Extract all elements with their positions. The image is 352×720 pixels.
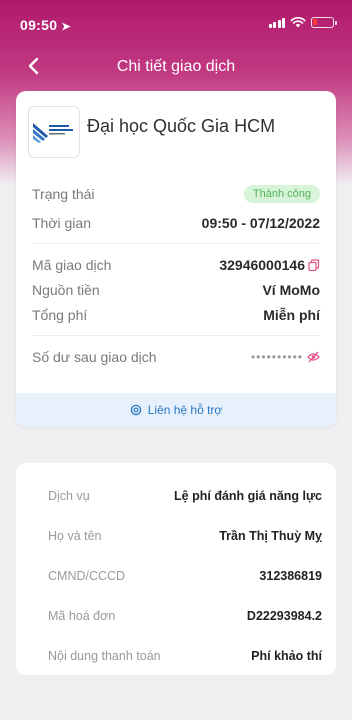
detail-label: Nội dung thanh toán <box>48 649 161 663</box>
support-icon <box>130 404 141 416</box>
status-bar: 09:50 ➤ <box>0 0 352 44</box>
divider <box>32 243 320 244</box>
battery-icon <box>311 16 337 28</box>
detail-label: Họ và tên <box>48 529 102 543</box>
source-value: Ví MoMo <box>262 282 320 298</box>
merchant-header: Đại học Quốc Gia HCM <box>28 106 275 158</box>
detail-row-payment-content: Nội dung thanh toán Phí khảo thí <box>48 649 322 663</box>
detail-row-invoice: Mã hoá đơn D22293984.2 <box>48 609 322 623</box>
balance-group: •••••••••• <box>251 350 320 364</box>
detail-value: Phí khảo thí <box>251 649 322 663</box>
status-row: Trạng thái Thành công <box>32 185 320 203</box>
copy-icon[interactable] <box>308 259 320 271</box>
time-label: Thời gian <box>32 215 91 231</box>
transaction-id-label: Mã giao dịch <box>32 257 112 273</box>
time-row: Thời gian 09:50 - 07/12/2022 <box>32 215 320 231</box>
source-label: Nguồn tiền <box>32 282 100 298</box>
detail-row-id-number: CMND/CCCD 312386819 <box>48 569 322 583</box>
time-value: 09:50 - 07/12/2022 <box>201 215 320 231</box>
fee-value: Miễn phí <box>263 307 320 323</box>
support-label: Liên hệ hỗ trợ <box>147 403 223 417</box>
detail-row-service: Dịch vụ Lệ phí đánh giá năng lực <box>48 489 322 503</box>
transaction-id-row: Mã giao dịch 32946000146 <box>32 257 320 273</box>
detail-value: 312386819 <box>259 569 322 583</box>
detail-label: Mã hoá đơn <box>48 609 116 623</box>
nav-bar: Chi tiết giao dịch <box>0 48 352 84</box>
status-badge: Thành công <box>243 185 320 203</box>
fee-row: Tổng phí Miễn phí <box>32 307 320 323</box>
signal-icon <box>268 17 285 28</box>
divider <box>32 335 320 336</box>
merchant-name: Đại học Quốc Gia HCM <box>87 115 276 136</box>
detail-row-name: Họ và tên Trần Thị Thuỳ Mỵ <box>48 529 322 543</box>
balance-label: Số dư sau giao dịch <box>32 349 157 365</box>
balance-value: •••••••••• <box>250 350 303 364</box>
eye-hidden-icon[interactable] <box>307 351 320 363</box>
merchant-logo <box>28 106 80 158</box>
status-indicators <box>268 16 337 28</box>
details-card: Dịch vụ Lệ phí đánh giá năng lực Họ và t… <box>16 463 336 675</box>
detail-label: Dịch vụ <box>48 489 90 503</box>
fee-label: Tổng phí <box>32 307 88 323</box>
transaction-card: Đại học Quốc Gia HCM Trạng thái Thành cô… <box>16 91 336 427</box>
wifi-icon <box>290 16 306 28</box>
balance-row: Số dư sau giao dịch •••••••••• <box>32 349 320 365</box>
transaction-id-value: 32946000146 <box>219 257 305 273</box>
detail-label: CMND/CCCD <box>48 569 126 583</box>
status-label: Trạng thái <box>32 186 95 202</box>
university-logo-icon <box>33 123 73 143</box>
page-title: Chi tiết giao dịch <box>116 58 236 75</box>
detail-value: D22293984.2 <box>246 609 322 623</box>
support-button[interactable]: Liên hệ hỗ trợ <box>16 393 336 427</box>
status-time: 09:50 ➤ <box>20 17 71 33</box>
location-arrow-icon: ➤ <box>61 21 71 33</box>
detail-value: Lệ phí đánh giá năng lực <box>174 489 322 503</box>
source-row: Nguồn tiền Ví MoMo <box>32 282 320 298</box>
transaction-id-group: 32946000146 <box>219 257 320 273</box>
detail-value: Trần Thị Thuỳ Mỵ <box>219 529 322 543</box>
